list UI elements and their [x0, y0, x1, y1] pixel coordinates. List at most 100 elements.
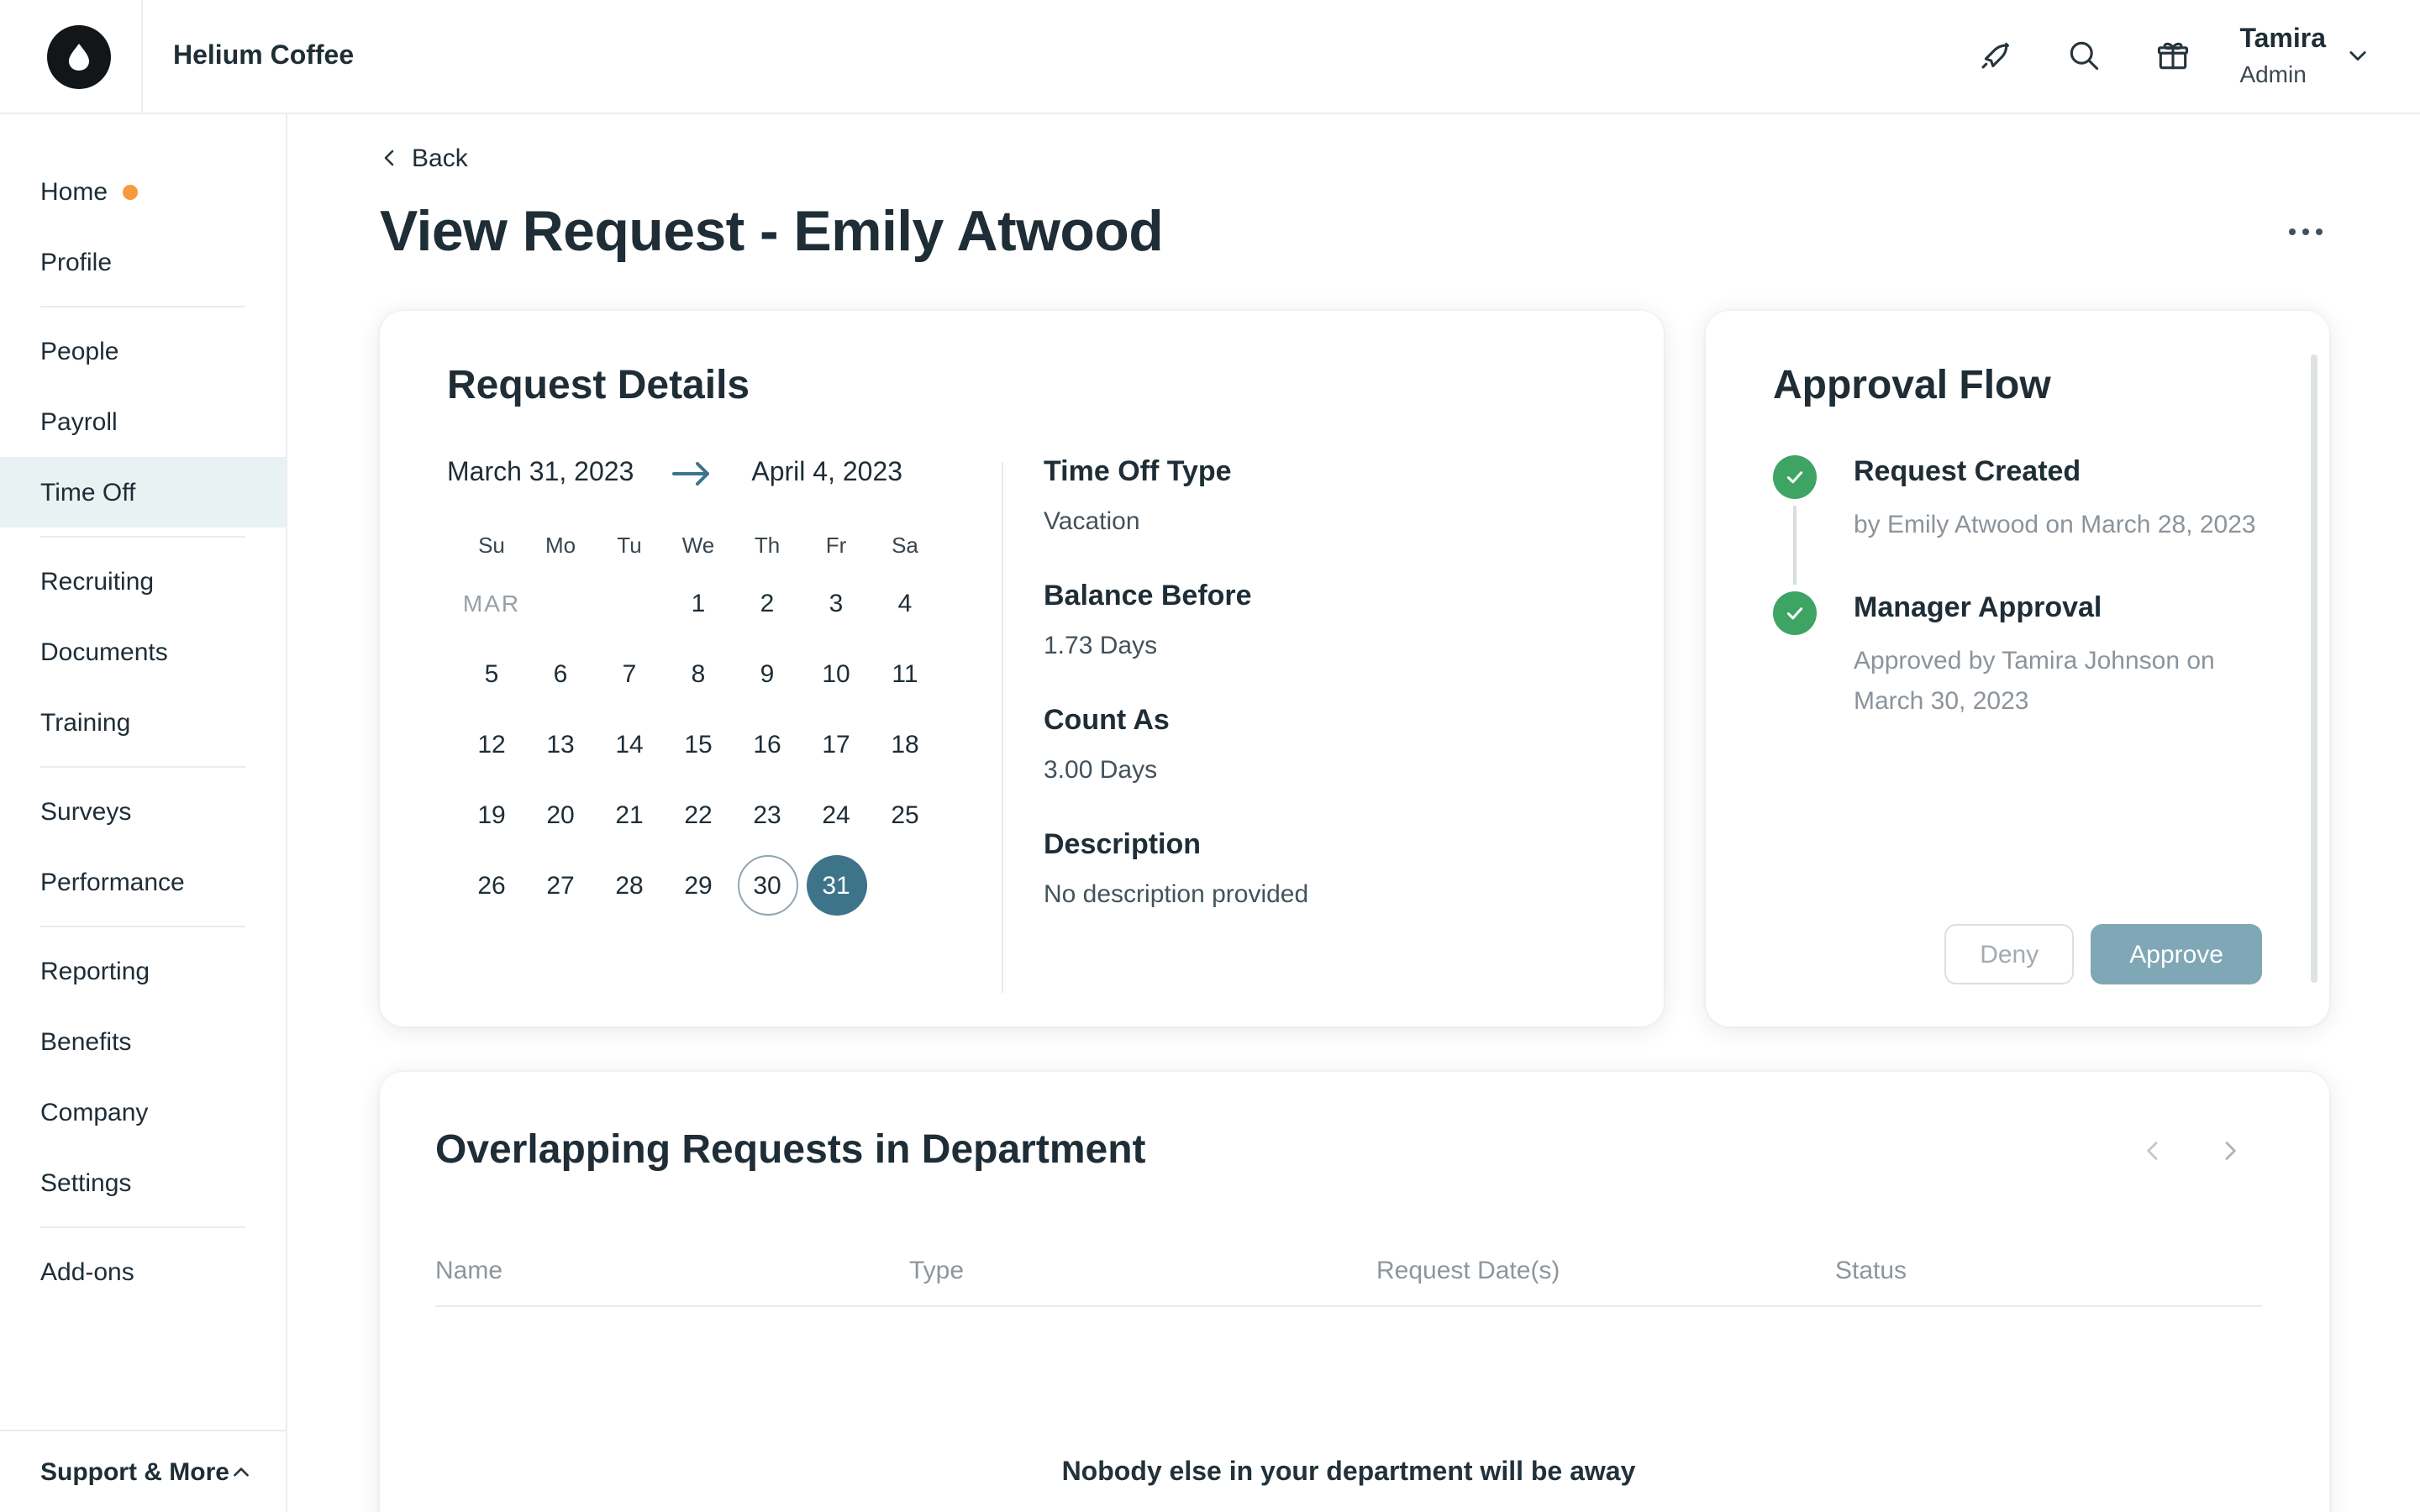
step-detail: Approved by Tamira Johnson on March 30, … [1854, 643, 2262, 721]
calendar-day[interactable]: 17 [806, 714, 866, 774]
more-options-button[interactable] [2282, 215, 2329, 249]
calendar-day[interactable]: 2 [737, 573, 797, 633]
user-name: Tamira [2239, 23, 2326, 59]
sidebar-item-profile[interactable]: Profile [0, 227, 286, 297]
user-info: Tamira Admin [2239, 23, 2326, 91]
calendar-day[interactable]: 4 [875, 573, 935, 633]
sidebar-item-time-off[interactable]: Time Off [0, 457, 286, 528]
empty-state-message: Nobody else in your department will be a… [435, 1458, 2262, 1488]
sidebar-divider [40, 766, 245, 768]
chevron-left-icon [2139, 1137, 2166, 1164]
back-link[interactable]: Back [380, 141, 468, 175]
sidebar-item-surveys[interactable]: Surveys [0, 776, 286, 847]
calendar-day[interactable]: 8 [668, 643, 729, 704]
sidebar-item-label: Documents [40, 638, 168, 666]
sidebar-divider [40, 926, 245, 927]
calendar-grid: MAR1234567891011121314151617181920212223… [457, 568, 1002, 921]
back-label: Back [412, 144, 468, 172]
sidebar-item-label: Company [40, 1098, 148, 1126]
approval-step: Manager Approval Approved by Tamira Johns… [1773, 592, 2262, 768]
sidebar-item-reporting[interactable]: Reporting [0, 936, 286, 1006]
calendar-day[interactable]: 7 [599, 643, 660, 704]
calendar-day[interactable]: 9 [737, 643, 797, 704]
calendar-day[interactable]: 3 [806, 573, 866, 633]
calendar-day[interactable]: 23 [737, 785, 797, 845]
next-page-button[interactable] [2215, 1136, 2245, 1166]
calendar-day[interactable]: 11 [875, 643, 935, 704]
request-field: Balance Before1.73 Days [1044, 580, 1597, 660]
calendar-day[interactable]: 28 [599, 855, 660, 916]
calendar-day[interactable]: 16 [737, 714, 797, 774]
sidebar-item-settings[interactable]: Settings [0, 1147, 286, 1218]
overlapping-header: Overlapping Requests in Department [435, 1126, 2262, 1176]
calendar-day[interactable]: 6 [530, 643, 591, 704]
sidebar-item-performance[interactable]: Performance [0, 847, 286, 917]
chevron-right-icon [2217, 1137, 2244, 1164]
calendar-day[interactable]: 13 [530, 714, 591, 774]
sidebar-item-label: Recruiting [40, 567, 154, 596]
approve-button[interactable]: Approve [2091, 924, 2262, 984]
sidebar-item-benefits[interactable]: Benefits [0, 1006, 286, 1077]
calendar-day[interactable]: 1 [668, 573, 729, 633]
sidebar-item-home[interactable]: Home [0, 156, 286, 227]
field-value: 1.73 Days [1044, 632, 1597, 660]
chevron-left-icon [380, 148, 400, 168]
request-field: Count As3.00 Days [1044, 704, 1597, 785]
calendar-day[interactable]: 19 [461, 785, 522, 845]
calendar-day[interactable]: 29 [668, 855, 729, 916]
scrollbar[interactable] [2311, 354, 2317, 983]
support-more-button[interactable]: Support & More [0, 1430, 286, 1512]
calendar-day[interactable]: 14 [599, 714, 660, 774]
ellipsis-icon [2289, 228, 2296, 235]
sidebar-item-payroll[interactable]: Payroll [0, 386, 286, 457]
calendar-column: March 31, 2023 April 4, 2023 SuMoTuWeThF… [447, 455, 1002, 993]
brand-divider [141, 0, 143, 113]
sidebar-item-label: Reporting [40, 957, 150, 985]
sidebar-item-add-ons[interactable]: Add-ons [0, 1236, 286, 1307]
approval-flow-title: Approval Flow [1773, 361, 2262, 412]
calendar-day[interactable]: 15 [668, 714, 729, 774]
sidebar-item-recruiting[interactable]: Recruiting [0, 546, 286, 617]
sidebar-item-company[interactable]: Company [0, 1077, 286, 1147]
deny-button[interactable]: Deny [1944, 924, 2074, 984]
calendar-day[interactable]: 5 [461, 643, 522, 704]
pagination [2138, 1136, 2245, 1166]
sidebar-item-documents[interactable]: Documents [0, 617, 286, 687]
step-title: Manager Approval [1854, 592, 2262, 626]
weekday-label: Sa [892, 533, 918, 558]
gift-button[interactable] [2150, 34, 2194, 78]
date-range: March 31, 2023 April 4, 2023 [447, 455, 1002, 492]
calendar-day[interactable]: 12 [461, 714, 522, 774]
user-menu[interactable]: Tamira Admin [2239, 23, 2370, 91]
field-value: 3.00 Days [1044, 756, 1597, 785]
calendar-day[interactable]: 26 [461, 855, 522, 916]
weekday-label: Fr [826, 533, 847, 558]
request-details-body: March 31, 2023 April 4, 2023 SuMoTuWeThF… [447, 455, 1597, 993]
calendar-day[interactable]: 27 [530, 855, 591, 916]
prev-page-button[interactable] [2138, 1136, 2168, 1166]
sidebar-item-label: Profile [40, 248, 112, 276]
overlapping-title: Overlapping Requests in Department [435, 1126, 1146, 1176]
search-button[interactable] [2061, 34, 2105, 78]
app-logo[interactable] [47, 24, 111, 88]
calendar-day[interactable]: 20 [530, 785, 591, 845]
calendar-day[interactable]: 21 [599, 785, 660, 845]
step-body: Manager Approval Approved by Tamira Johns… [1854, 592, 2262, 768]
calendar-day[interactable]: 25 [875, 785, 935, 845]
calendar-day[interactable]: 30 [737, 855, 797, 916]
sidebar-item-label: Settings [40, 1168, 131, 1197]
calendar-day[interactable]: 18 [875, 714, 935, 774]
rocket-button[interactable] [1972, 34, 2016, 78]
sidebar-item-people[interactable]: People [0, 316, 286, 386]
calendar-day[interactable]: 10 [806, 643, 866, 704]
arrow-right-icon [671, 460, 714, 487]
sidebar-item-label: Time Off [40, 478, 135, 507]
calendar-day[interactable]: 31 [806, 855, 866, 916]
sidebar-item-training[interactable]: Training [0, 687, 286, 758]
top-bar: Helium Coffee [0, 0, 2420, 114]
calendar-day[interactable]: 24 [806, 785, 866, 845]
title-row: View Request - Emily Atwood [380, 198, 2329, 265]
sidebar-item-label: Home [40, 177, 108, 206]
calendar-day[interactable]: 22 [668, 785, 729, 845]
check-circle-icon [1773, 455, 1817, 499]
